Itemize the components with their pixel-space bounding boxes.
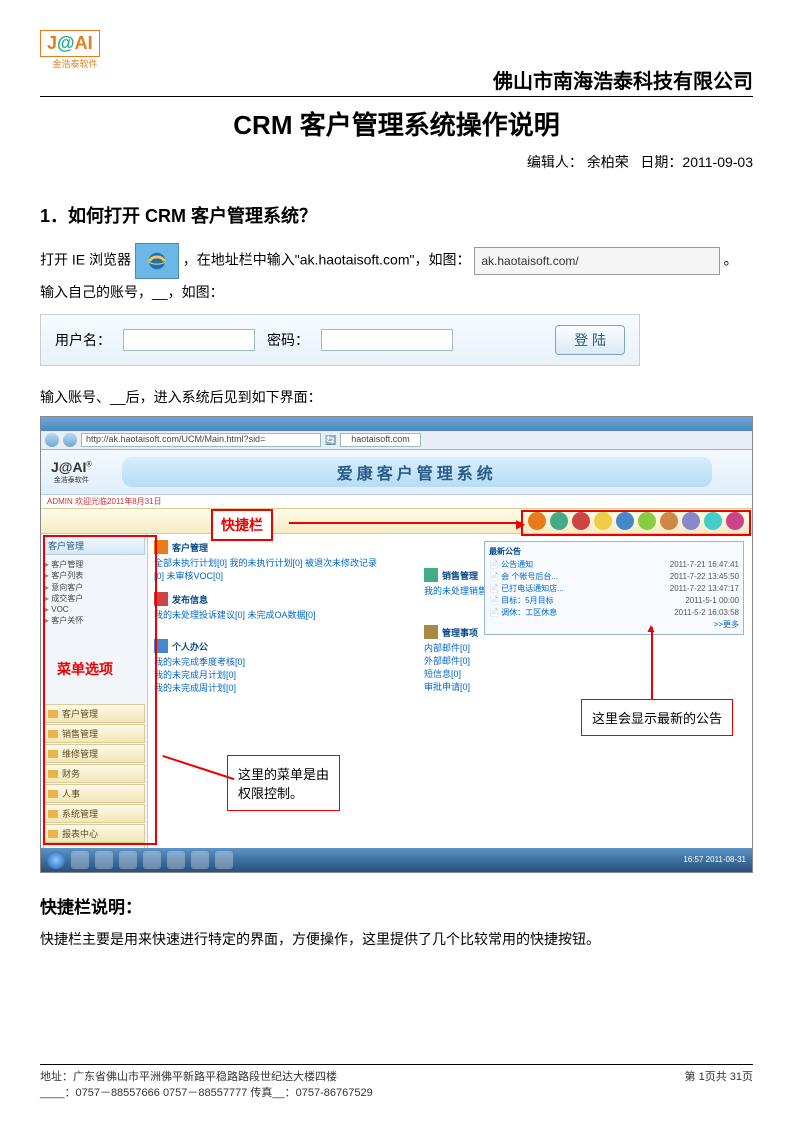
section-icon (424, 625, 438, 639)
announcement-row[interactable]: 📄 目标：5月目标2011-5-1 00:00 (489, 595, 739, 607)
taskbar-icon[interactable] (167, 851, 185, 869)
address-bar-sample: ak.haotaisoft.com/ (474, 247, 719, 276)
announcement-row[interactable]: 📄 会 个帐号后台...2011-7-22 13:45:50 (489, 571, 739, 583)
doc-title: CRM 客户管理系统操作说明 (40, 105, 753, 142)
login-button[interactable]: 登 陆 (555, 325, 625, 355)
header-rule (40, 96, 753, 97)
announcement-row[interactable]: 📄 已打电话通知店...2011-7-22 13:47:17 (489, 583, 739, 595)
login-form-screenshot: 用户名： 密码： 登 陆 (40, 314, 640, 366)
windows-taskbar: 16:57 2011-08-31 (41, 848, 752, 872)
taskbar-icon[interactable] (95, 851, 113, 869)
ie-icon (135, 243, 179, 279)
browser-tab[interactable]: haotaisoft.com (340, 433, 421, 447)
shortcut-heading: 快捷栏说明： (40, 893, 753, 918)
url-field[interactable]: http://ak.haotaisoft.com/UCM/Main.html?s… (81, 433, 321, 447)
annotation-box-quickbar (521, 510, 751, 536)
company-name: 佛山市南海浩泰科技有限公司 (40, 65, 753, 94)
app-logo: J@AI® 金浩泰软件 (51, 459, 92, 485)
password-input[interactable] (321, 329, 453, 351)
password-label: 密码： (267, 330, 309, 350)
announcement-row[interactable]: 📄 公告通知2011-7-21 16:47:41 (489, 559, 739, 571)
paragraph-enter-account: 输入自己的账号，__，如图： (40, 279, 753, 306)
annotation-label-quickbar: 快捷栏 (211, 509, 273, 541)
app-screenshot: http://ak.haotaisoft.com/UCM/Main.html?s… (40, 416, 753, 873)
logo: J@AI 金浩泰软件 (40, 30, 110, 70)
taskbar-icon[interactable] (119, 851, 137, 869)
nav-fwd-icon[interactable] (63, 433, 77, 447)
section-icon (424, 568, 438, 582)
paragraph-after-login: 输入账号、__后，进入系统后见到如下界面： (40, 384, 753, 411)
start-icon[interactable] (47, 851, 65, 869)
page-footer: 第 1页共 31页 地址：广东省佛山市平洲佛平新路平稳路路段世纪达大楼四楼 __… (40, 1064, 753, 1100)
username-label: 用户名： (55, 330, 111, 350)
annotation-arrow (289, 522, 521, 524)
app-title: 爱康客户管理系统 (122, 457, 712, 487)
paragraph-open-browser: 打开 IE 浏览器 ，在地址栏中输入"ak.haotaisoft.com"，如图… (40, 243, 753, 279)
shortcut-paragraph: 快捷栏主要是用来快速进行特定的界面，方便操作，这里提供了几个比较常用的快捷按钮。 (40, 926, 753, 953)
annotation-box-sidebar (43, 535, 157, 845)
section-1-heading: 1．如何打开 CRM 客户管理系统？ (40, 202, 753, 228)
callout-announcement: 这里会显示最新的公告 (581, 699, 733, 736)
taskbar-icon[interactable] (215, 851, 233, 869)
doc-meta: 编辑人： 余柏荣 日期：2011-09-03 (40, 152, 753, 172)
taskbar-icon[interactable] (143, 851, 161, 869)
announcement-row[interactable]: 📄 调休：工区休息2011-5-2 16:03:58 (489, 607, 739, 619)
username-input[interactable] (123, 329, 255, 351)
taskbar-clock: 16:57 2011-08-31 (683, 856, 746, 865)
callout-menu-permission: 这里的菜单是由 权限控制。 (227, 755, 340, 811)
taskbar-icon[interactable] (191, 851, 209, 869)
welcome-line: ADMIN 欢迎光临2011年8月31日 (41, 495, 752, 508)
annotation-arrow (651, 627, 653, 699)
annotation-label-menu: 菜单选项 (49, 655, 121, 683)
nav-back-icon[interactable] (45, 433, 59, 447)
taskbar-icon[interactable] (71, 851, 89, 869)
announcement-panel: 最新公告 📄 公告通知2011-7-21 16:47:41📄 会 个帐号后台..… (484, 541, 744, 635)
page-number: 第 1页共 31页 (685, 1068, 753, 1084)
